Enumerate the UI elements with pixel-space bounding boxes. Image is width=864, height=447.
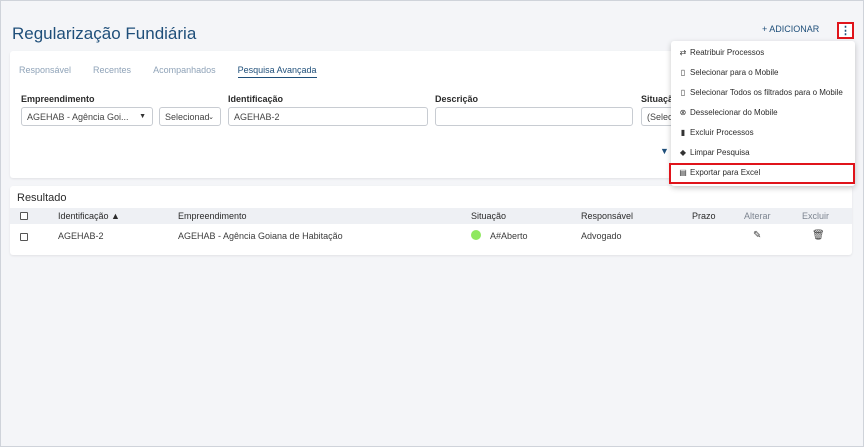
identificacao-value: AGEHAB-2	[234, 111, 280, 122]
empreendimento-label: Empreendimento	[21, 94, 95, 104]
header-excluir: Excluir	[802, 211, 830, 221]
header-empreendimento[interactable]: Empreendimento	[178, 211, 247, 221]
situacao-value: (Selec	[647, 111, 673, 122]
status-indicator	[471, 230, 481, 240]
select-all-checkbox[interactable]	[20, 212, 28, 220]
selecionado-select[interactable]: Selecionad ⌄	[159, 107, 221, 126]
row-responsavel: Advogado	[581, 231, 622, 241]
chevron-down-icon: ▼	[139, 113, 146, 120]
header-situacao[interactable]: Situação	[471, 211, 506, 221]
row-checkbox[interactable]	[20, 233, 28, 241]
situacao-label: Situaçã	[641, 94, 674, 104]
search-tabs: Responsável Recentes Acompanhados Pesqui…	[19, 65, 339, 78]
menu-item-label: Reatribuir Processos	[690, 48, 765, 57]
tab-pesquisa-avancada[interactable]: Pesquisa Avançada	[237, 65, 317, 78]
page-title: Regularização Fundiária	[12, 24, 197, 43]
menu-item-desselecionar-mobile[interactable]: ⊗ Desselecionar do Mobile	[679, 108, 778, 117]
eraser-icon: ◆	[679, 148, 687, 157]
edit-icon[interactable]: ✎	[753, 230, 761, 241]
identificacao-label: Identificação	[228, 94, 284, 104]
menu-item-limpar-pesquisa[interactable]: ◆ Limpar Pesquisa	[679, 148, 750, 157]
tab-responsavel[interactable]: Responsável	[19, 65, 71, 78]
empreendimento-select[interactable]: AGEHAB - Agência Goi... ▼	[21, 107, 153, 126]
trash-icon: ▮	[680, 128, 686, 137]
header-responsavel[interactable]: Responsável	[581, 211, 633, 221]
descricao-input[interactable]	[435, 107, 633, 126]
more-options-button[interactable]: ⋮	[837, 22, 854, 39]
menu-item-label: Selecionar para o Mobile	[690, 68, 779, 77]
menu-item-label: Desselecionar do Mobile	[690, 108, 778, 117]
add-button[interactable]: + ADICIONAR	[762, 24, 819, 34]
tab-recentes[interactable]: Recentes	[93, 65, 131, 78]
menu-item-label: Selecionar Todos os filtrados para o Mob…	[690, 88, 843, 97]
row-situacao: A#Aberto	[490, 231, 528, 241]
header-prazo[interactable]: Prazo	[692, 211, 716, 221]
menu-item-label: Exportar para Excel	[690, 168, 761, 177]
menu-item-exportar-excel[interactable]: ▤ Exportar para Excel	[679, 168, 760, 177]
kebab-icon: ⋮	[840, 25, 851, 37]
row-identificacao[interactable]: AGEHAB-2	[58, 231, 104, 241]
close-circle-icon: ⊗	[679, 108, 687, 117]
menu-item-label: Excluir Processos	[690, 128, 754, 137]
menu-item-selecionar-todos-mobile[interactable]: ▯ Selecionar Todos os filtrados para o M…	[679, 88, 843, 97]
reassign-icon: ⇄	[679, 48, 687, 57]
menu-item-reatribuir[interactable]: ⇄ Reatribuir Processos	[679, 48, 765, 57]
mobile-icon: ▯	[680, 88, 686, 97]
identificacao-input[interactable]: AGEHAB-2	[228, 107, 428, 126]
menu-item-selecionar-mobile[interactable]: ▯ Selecionar para o Mobile	[679, 68, 779, 77]
menu-item-excluir-processos[interactable]: ▮ Excluir Processos	[679, 128, 754, 137]
results-table-header: Identificação ▲ Empreendimento Situação …	[10, 208, 852, 224]
header-identificacao[interactable]: Identificação ▲	[58, 211, 120, 221]
header-alterar: Alterar	[744, 211, 771, 221]
trash-icon[interactable]: 🗑	[812, 230, 825, 241]
mobile-icon: ▯	[680, 68, 686, 77]
descricao-label: Descrição	[435, 94, 479, 104]
selecionado-value: Selecionad	[165, 111, 210, 122]
options-dropdown-menu: ⇄ Reatribuir Processos ▯ Selecionar para…	[671, 41, 855, 186]
results-title: Resultado	[17, 192, 67, 204]
row-empreendimento: AGEHAB - Agência Goiana de Habitação	[178, 231, 343, 241]
chevron-down-icon: ⌄	[208, 114, 214, 121]
empreendimento-value: AGEHAB - Agência Goi...	[27, 111, 129, 122]
results-panel: Resultado Identificação ▲ Empreendimento…	[10, 186, 852, 255]
menu-item-label: Limpar Pesquisa	[690, 148, 750, 157]
tab-acompanhados[interactable]: Acompanhados	[153, 65, 216, 78]
filter-icon[interactable]: ▼	[660, 146, 669, 156]
file-icon: ▤	[679, 168, 687, 177]
